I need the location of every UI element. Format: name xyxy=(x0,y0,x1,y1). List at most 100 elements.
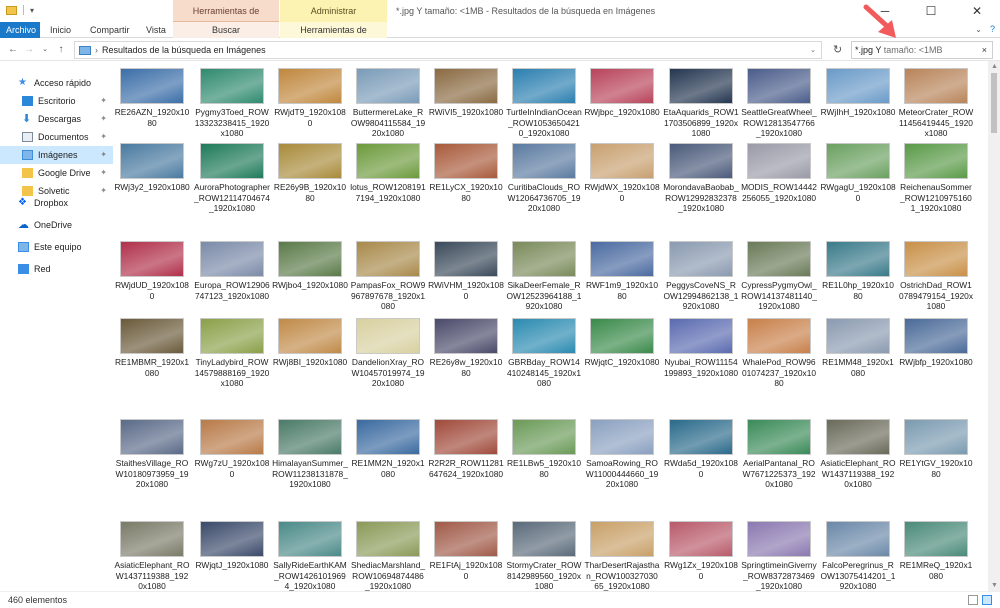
file-item[interactable]: RE1FtAj_1920x1080 xyxy=(428,521,504,581)
file-item[interactable]: EtaAquarids_ROW11703506899_1920x1080 xyxy=(663,68,739,139)
maximize-button[interactable]: ☐ xyxy=(908,0,954,22)
file-item[interactable]: SeattleGreatWheel_ROW12813547766_1920x10… xyxy=(741,68,817,139)
sidebar-item-documentos[interactable]: Documentos ✦ xyxy=(0,128,113,146)
tab-compartir[interactable]: Compartir xyxy=(84,22,136,38)
file-item[interactable]: SamoaRowing_ROW11000444660_1920x1080 xyxy=(584,419,660,490)
file-item[interactable]: RE1YtGV_1920x1080 xyxy=(898,419,974,479)
file-item[interactable]: RWj8BI_1920x1080 xyxy=(272,318,348,368)
file-item[interactable]: SpringtimeinGiverny_ROW8372873469_1920x1… xyxy=(741,521,817,591)
file-item[interactable]: PeggysCoveNS_ROW12994862138_1920x1080 xyxy=(663,241,739,312)
file-item[interactable]: RE26AZN_1920x1080 xyxy=(114,68,190,128)
file-item[interactable]: RE1LyCX_1920x1080 xyxy=(428,143,504,203)
file-item[interactable]: TharDesertRajasthan_ROW10032703065_1920x… xyxy=(584,521,660,591)
file-item[interactable]: StaithesVillage_ROW10180973959_1920x1080 xyxy=(114,419,190,490)
file-item[interactable]: CuritibaClouds_ROW12064736705_1920x1080 xyxy=(506,143,582,214)
file-item[interactable]: Pygmy3Toed_ROW13323238415_1920x1080 xyxy=(194,68,270,139)
file-item[interactable]: RE1L0hp_1920x1080 xyxy=(820,241,896,301)
scroll-down-icon[interactable]: ▼ xyxy=(991,582,998,589)
file-item[interactable]: RE1LBw5_1920x1080 xyxy=(506,419,582,479)
file-item[interactable]: RWF1m9_1920x1080 xyxy=(584,241,660,301)
file-item[interactable]: AsiaticElephant_ROW1437119388_1920x1080 xyxy=(114,521,190,591)
file-item[interactable]: OstrichDad_ROW10789479154_1920x1080 xyxy=(898,241,974,312)
chevron-down-icon[interactable]: ⌄ xyxy=(975,25,982,34)
tab-buscar[interactable]: Buscar xyxy=(173,22,279,38)
sidebar-item-imagenes[interactable]: Imágenes ✦ xyxy=(0,146,113,164)
file-item[interactable]: RWda5d_1920x1080 xyxy=(663,419,739,479)
file-item[interactable]: RWjqtC_1920x1080 xyxy=(584,318,660,368)
file-item[interactable]: SikaDeerFemale_ROW12523964188_1920x1080 xyxy=(506,241,582,312)
sidebar-item-google-drive[interactable]: Google Drive ✦ xyxy=(0,164,113,182)
file-item[interactable]: PampasFox_ROW9967897678_1920x1080 xyxy=(350,241,426,312)
sidebar-item-escritorio[interactable]: Escritorio ✦ xyxy=(0,92,113,110)
tab-vista[interactable]: Vista xyxy=(140,22,172,38)
vertical-scrollbar[interactable]: ▲ ▼ xyxy=(988,61,1000,591)
sidebar-item-dropbox-row[interactable]: ❖ Dropbox xyxy=(0,194,113,212)
file-item[interactable]: Nyubai_ROW11154199893_1920x1080 xyxy=(663,318,739,378)
file-item[interactable]: RE26y9B_1920x1080 xyxy=(272,143,348,203)
file-item[interactable]: RWg7zU_1920x1080 xyxy=(194,419,270,479)
file-item[interactable]: RE1MM2N_1920x1080 xyxy=(350,419,426,479)
file-item[interactable]: HimalayanSummer_ROW11238131878_1920x1080 xyxy=(272,419,348,490)
file-item[interactable]: RWgagU_1920x1080 xyxy=(820,143,896,203)
back-button[interactable]: ← xyxy=(6,42,20,58)
file-item[interactable]: RE1MReQ_1920x1080 xyxy=(898,521,974,581)
file-item[interactable]: AerialPantanal_ROW7671225373_1920x1080 xyxy=(741,419,817,490)
file-item[interactable]: RWiVHM_1920x1080 xyxy=(428,241,504,301)
tab-archivo[interactable]: Archivo xyxy=(0,22,40,38)
file-item[interactable]: RWjbfp_1920x1080 xyxy=(898,318,974,368)
file-item[interactable]: RE26y8w_1920x1080 xyxy=(428,318,504,378)
tab-herramientas-de-imagen[interactable]: Herramientas de imagen xyxy=(280,22,387,51)
file-item[interactable]: RE1MBMR_1920x1080 xyxy=(114,318,190,378)
file-item[interactable]: SallyRideEarthKAM_ROW14261019694_1920x10… xyxy=(272,521,348,591)
file-item[interactable]: TurtleInIndianOcean_ROW10536504210_1920x… xyxy=(506,68,582,139)
sidebar-item-descargas[interactable]: ⬇ Descargas ✦ xyxy=(0,110,113,128)
file-item[interactable]: MODIS_ROW14442256055_1920x1080 xyxy=(741,143,817,203)
recent-locations-button[interactable]: ⌄ xyxy=(38,42,52,58)
file-item[interactable]: ButtermereLake_ROW9804115584_1920x1080 xyxy=(350,68,426,139)
file-item[interactable]: RWg1Zx_1920x1080 xyxy=(663,521,739,581)
tab-inicio[interactable]: Inicio xyxy=(44,22,77,38)
sidebar-item-red[interactable]: Red xyxy=(0,260,113,278)
sidebar-item-onedrive[interactable]: ☁ OneDrive xyxy=(0,216,113,234)
sidebar-item-acceso-rapido[interactable]: ★ Acceso rápido xyxy=(0,74,113,92)
file-item[interactable]: RWjIhH_1920x1080 xyxy=(820,68,896,118)
file-item[interactable]: RWjdT9_1920x1080 xyxy=(272,68,348,128)
customize-toolbar-icon[interactable]: ▾ xyxy=(30,6,34,15)
file-item[interactable]: RWjbo4_1920x1080 xyxy=(272,241,348,291)
chevron-down-icon[interactable]: ⌄ xyxy=(810,46,816,54)
details-view-icon[interactable] xyxy=(968,595,978,605)
file-item[interactable]: ReichenauSommer_ROW12109751601_1920x1080 xyxy=(898,143,974,214)
scrollbar-thumb[interactable] xyxy=(991,73,997,133)
clear-search-icon[interactable]: × xyxy=(982,42,987,58)
file-item[interactable]: WhalePod_ROW9601074237_1920x1080 xyxy=(741,318,817,389)
file-item[interactable]: RWjdWX_1920x1080 xyxy=(584,143,660,203)
large-icons-view-icon[interactable] xyxy=(982,595,992,605)
sidebar-item-este-equipo[interactable]: Este equipo xyxy=(0,238,113,256)
file-item[interactable]: RWj3y2_1920x1080 xyxy=(114,143,190,193)
address-field[interactable]: › Resultados de la búsqueda en Imágenes … xyxy=(74,41,822,59)
file-item[interactable]: MorondavaBaobab_ROW12992832378_1920x1080 xyxy=(663,143,739,214)
file-item[interactable]: CypressPygmyOwl_ROW14137481140_1920x1080 xyxy=(741,241,817,312)
file-item[interactable]: DandelionXray_ROW10457019974_1920x1080 xyxy=(350,318,426,389)
file-item[interactable]: MeteorCrater_ROW11456419445_1920x1080 xyxy=(898,68,974,139)
file-item[interactable]: RE1MM48_1920x1080 xyxy=(820,318,896,378)
file-item[interactable]: Europa_ROW12906747123_1920x1080 xyxy=(194,241,270,301)
search-input[interactable]: *.jpg Y tamaño: <1MB × xyxy=(851,41,993,59)
file-item[interactable]: GBRBday_ROW14410248145_1920x1080 xyxy=(506,318,582,389)
file-item[interactable]: StormyCrater_ROW8142989560_1920x1080 xyxy=(506,521,582,591)
file-item[interactable]: RWjdUD_1920x1080 xyxy=(114,241,190,301)
forward-button[interactable]: → xyxy=(22,42,36,58)
file-item[interactable]: AuroraPhotographer_ROW12114704674_1920x1… xyxy=(194,143,270,214)
scroll-up-icon[interactable]: ▲ xyxy=(991,63,998,70)
file-item[interactable]: FalcoPeregrinus_ROW13075414201_1920x1080 xyxy=(820,521,896,591)
file-item[interactable]: ShediacMarshland_ROW10694874486_1920x108… xyxy=(350,521,426,591)
refresh-icon[interactable]: ↻ xyxy=(833,43,842,56)
file-item[interactable]: RWjbpc_1920x1080 xyxy=(584,68,660,118)
file-item[interactable]: RWjqtJ_1920x1080 xyxy=(194,521,270,571)
file-item[interactable]: TinyLadybird_ROW14579888169_1920x1080 xyxy=(194,318,270,389)
close-button[interactable]: ✕ xyxy=(954,0,1000,22)
file-item[interactable]: RWiVI5_1920x1080 xyxy=(428,68,504,118)
file-item[interactable]: R2R2R_ROW11281647624_1920x1080 xyxy=(428,419,504,479)
file-item[interactable]: AsiaticElephant_ROW1437119388_1920x1080 xyxy=(820,419,896,490)
up-button[interactable]: ↑ xyxy=(54,42,68,58)
